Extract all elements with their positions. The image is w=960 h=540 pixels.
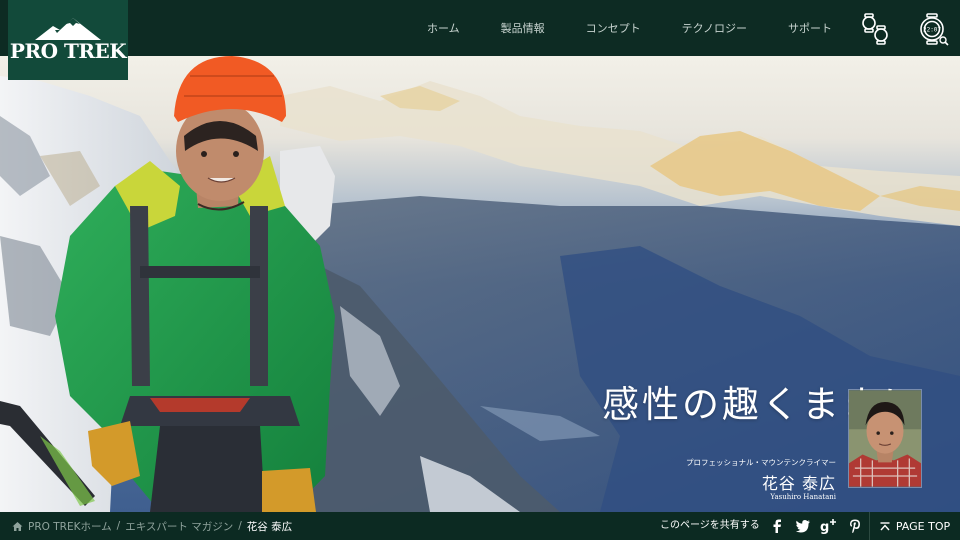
google-plus-icon[interactable]: g (820, 518, 838, 538)
mountain-icon (35, 18, 101, 40)
nav-concept[interactable]: コンセプト (586, 20, 641, 36)
breadcrumb-home[interactable]: PRO TREKホーム (28, 519, 112, 534)
arrow-up-icon (880, 521, 890, 530)
nav-home[interactable]: ホーム (427, 20, 460, 36)
nav-support[interactable]: サポート (788, 20, 832, 36)
global-nav: ホーム 製品情報 コンセプト テクノロジー サポート (400, 0, 873, 56)
breadcrumb-current: 花谷 泰広 (246, 520, 293, 533)
svg-text:22:07: 22:07 (923, 27, 941, 34)
breadcrumb-separator: / (116, 520, 121, 532)
profile-portrait (848, 389, 922, 488)
home-icon (12, 521, 23, 531)
hero-section: 感性の趣くままに プロフェッショナル・マウンテンクライマー 花谷 泰広 Yasu… (0, 56, 960, 512)
breadcrumb: PRO TREKホーム / エキスパート マガジン / 花谷 泰広 (12, 512, 292, 540)
profile-name: 花谷 泰広 (761, 474, 836, 493)
page-top-label: PAGE TOP (895, 519, 951, 533)
site-footer: PRO TREKホーム / エキスパート マガジン / 花谷 泰広 このページを… (0, 512, 960, 540)
share-label: このページを共有する (660, 520, 760, 531)
brand-logo[interactable]: PRO TREK (8, 0, 128, 80)
page-top-button[interactable]: PAGE TOP (869, 512, 960, 540)
nav-products[interactable]: 製品情報 (501, 20, 545, 36)
facebook-icon[interactable] (770, 518, 784, 538)
nav-technology[interactable]: テクノロジー (682, 20, 747, 36)
twitter-icon[interactable] (795, 518, 811, 538)
pinterest-icon[interactable] (848, 518, 862, 538)
logo-text: PRO TREK (9, 39, 127, 63)
hero-photo (0, 56, 960, 512)
profile-role: プロフェッショナル・マウンテンクライマー (686, 458, 836, 467)
watch-compare-icon[interactable] (858, 12, 892, 52)
breadcrumb-expert-magazine[interactable]: エキスパート マガジン (125, 519, 233, 534)
svg-text:g: g (820, 520, 829, 534)
profile-roman-name: Yasuhiro Hanatani (770, 493, 836, 501)
site-header: ホーム 製品情報 コンセプト テクノロジー サポート 22:07 (0, 0, 960, 56)
breadcrumb-separator: / (238, 520, 242, 532)
watch-search-icon[interactable]: 22:07 (917, 12, 951, 52)
